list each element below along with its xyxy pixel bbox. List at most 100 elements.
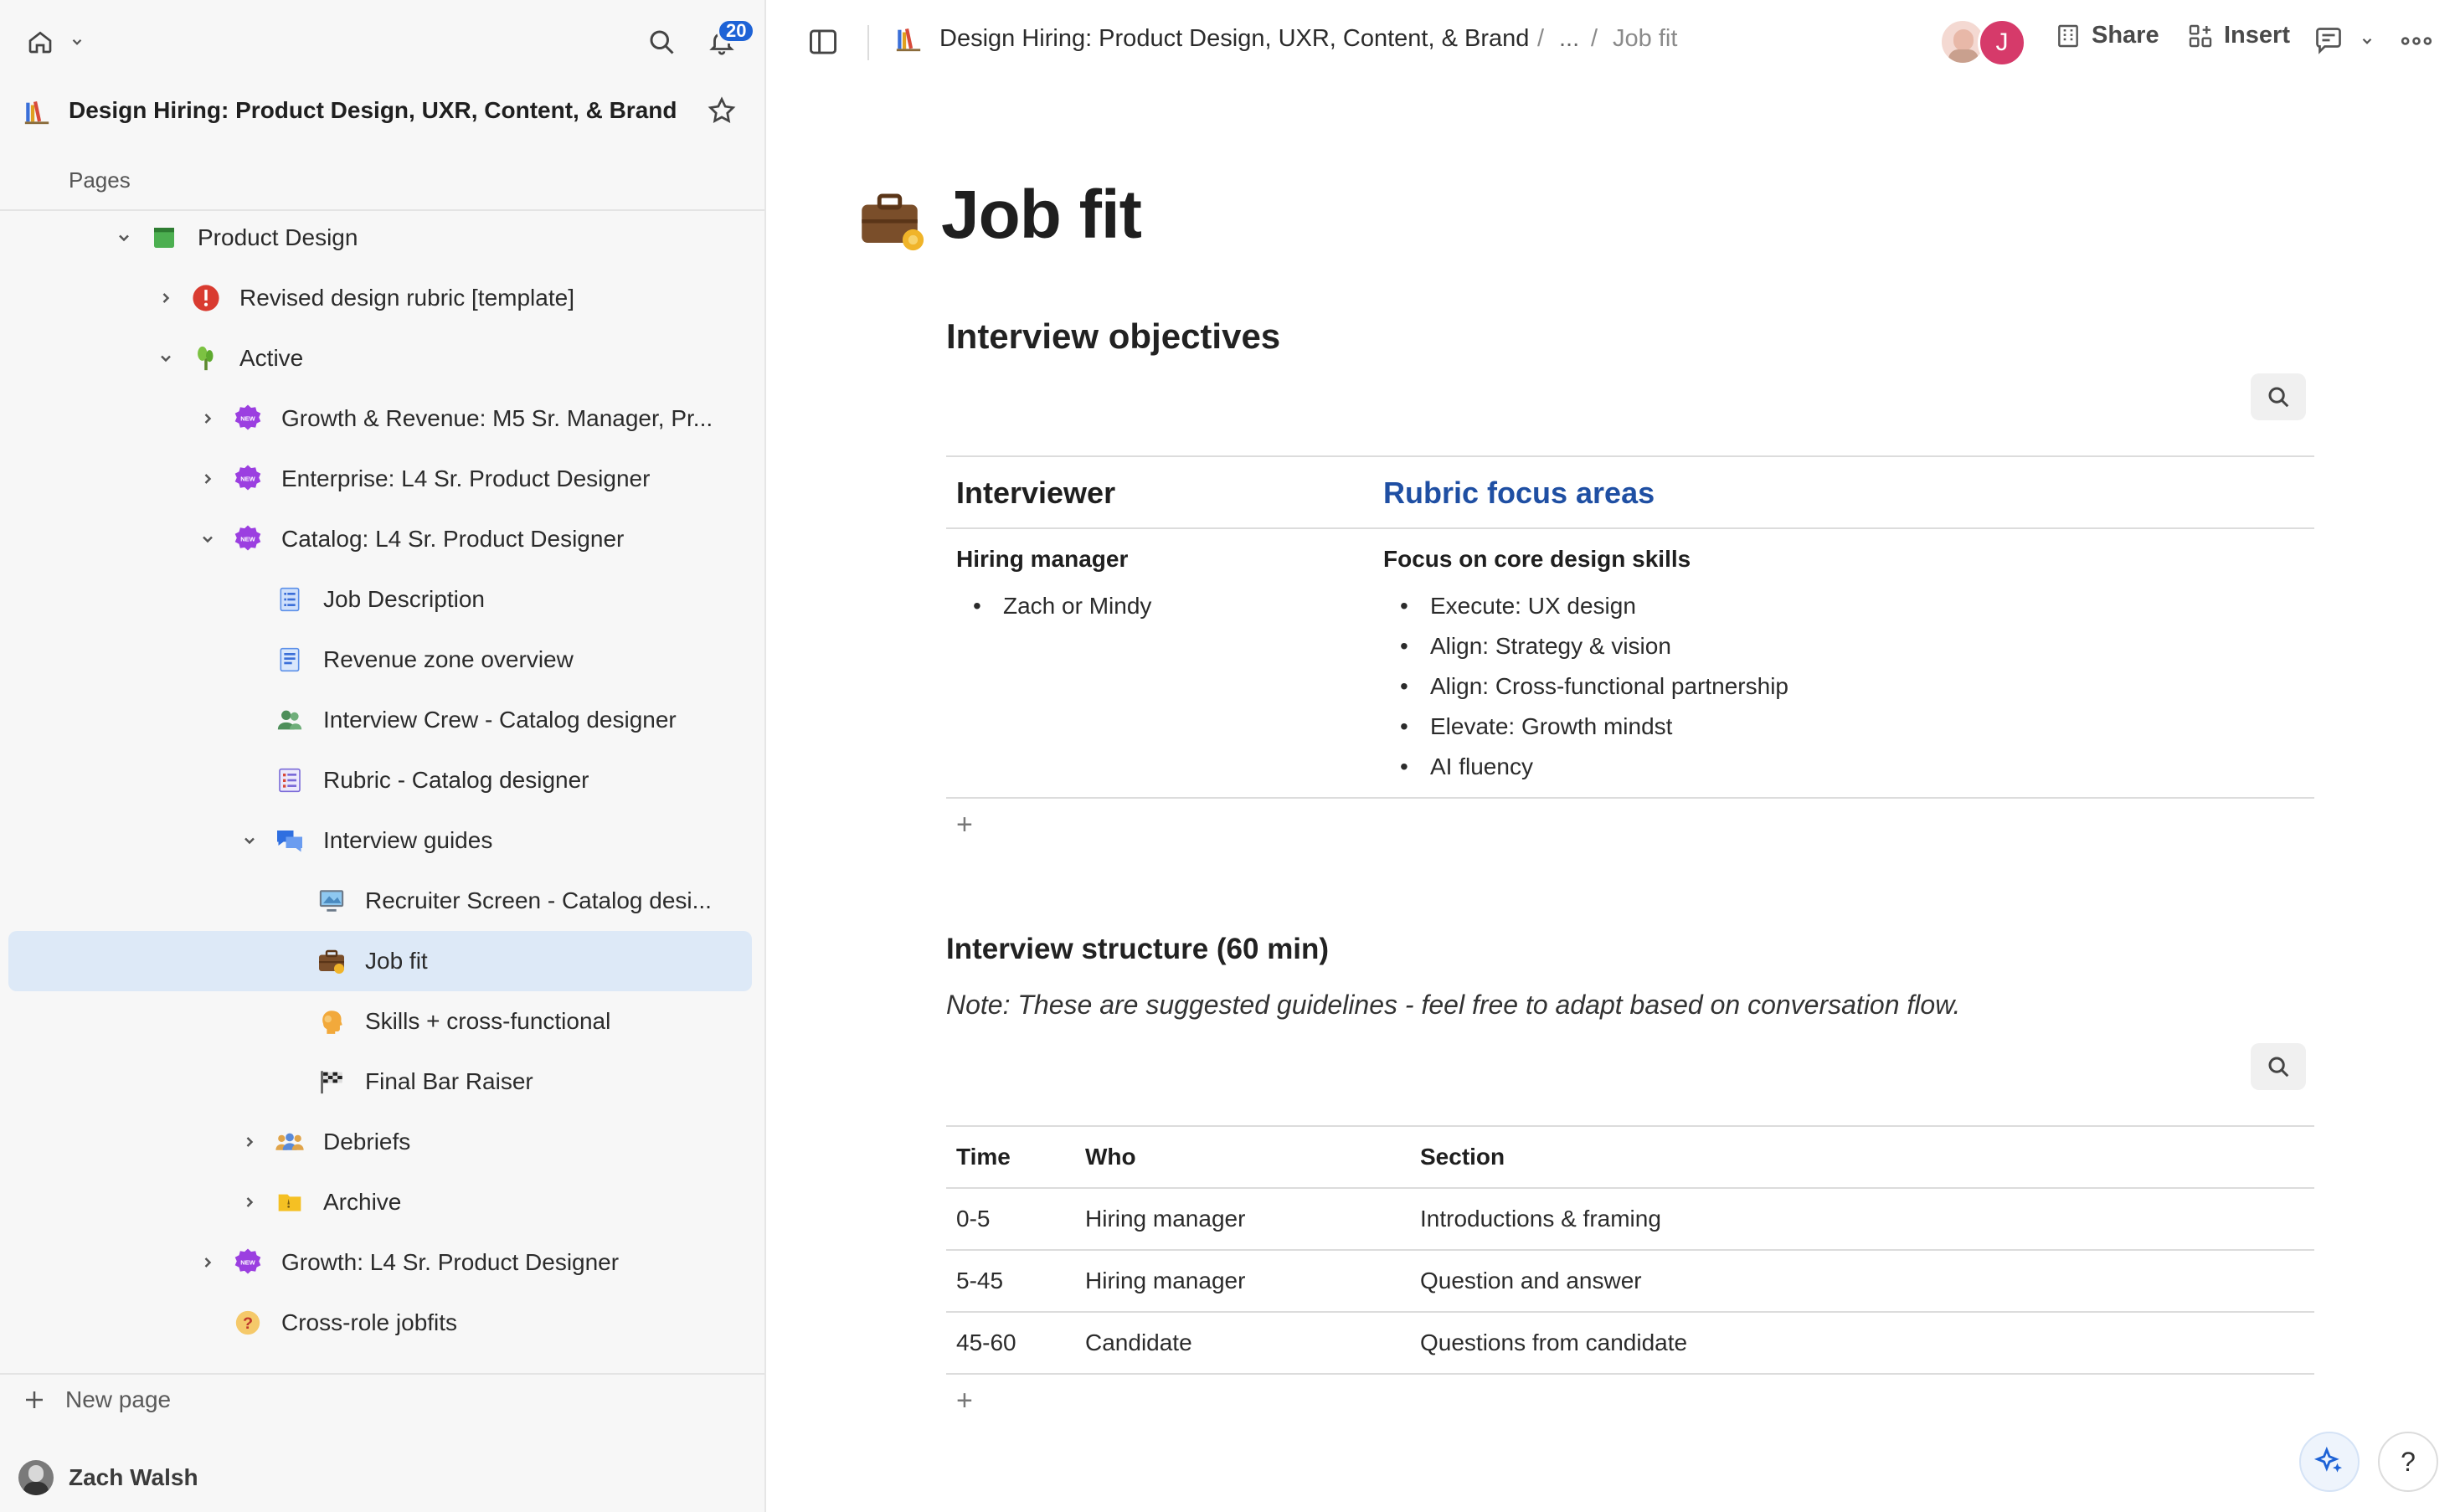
svg-text:?: ? (243, 1314, 253, 1333)
tree-item-label: Recruiter Screen - Catalog desi... (365, 887, 712, 913)
tree-item-catalog[interactable]: NEW Catalog: L4 Sr. Product Designer (0, 509, 764, 569)
list-item[interactable]: AI fluency (1400, 753, 1533, 780)
breadcrumb-current[interactable]: Job fit (1613, 25, 1677, 53)
cell-title[interactable]: Hiring manager (956, 546, 1128, 573)
tree-item-label: Job fit (365, 948, 428, 974)
table-cell[interactable]: 0-5 (956, 1206, 990, 1232)
chevron-right-icon[interactable] (198, 469, 218, 489)
table-cell[interactable]: Question and answer (1420, 1268, 1642, 1294)
list-item[interactable]: Zach or Mindy (973, 593, 1151, 620)
chevron-down-icon[interactable] (67, 32, 87, 52)
plus-icon (26, 1391, 43, 1408)
cell-title[interactable]: Focus on core design skills (1383, 546, 1691, 573)
tree-item-label: Revised design rubric [template] (239, 285, 574, 311)
table-cell[interactable]: Introductions & framing (1420, 1206, 1661, 1232)
tree-item-label: Final Bar Raiser (365, 1068, 533, 1094)
sidebar-toggle-icon[interactable] (805, 25, 841, 59)
star-icon[interactable] (705, 94, 739, 127)
search-icon[interactable] (643, 23, 680, 60)
tree-item-cross-role[interactable]: ? Cross-role jobfits (0, 1293, 764, 1353)
new-badge-icon: NEW (233, 404, 263, 434)
new-badge-icon: NEW (233, 464, 263, 494)
chevron-right-icon[interactable] (198, 409, 218, 429)
column-header[interactable]: Who (1085, 1144, 1136, 1170)
svg-text:NEW: NEW (240, 1258, 255, 1266)
chevron-right-icon[interactable] (156, 288, 176, 308)
breadcrumb-ellipsis[interactable]: ... (1559, 25, 1579, 53)
tree-item-interview-guides[interactable]: Interview guides (0, 810, 764, 871)
new-page-label: New page (65, 1386, 172, 1412)
tree-item-revised-rubric[interactable]: Revised design rubric [template] (0, 268, 764, 328)
tree-item-archive[interactable]: Archive (0, 1172, 764, 1232)
doc-title[interactable]: Design Hiring: Product Design, UXR, Cont… (69, 97, 677, 124)
chevron-down-icon[interactable] (2360, 33, 2375, 53)
home-icon[interactable] (23, 25, 57, 59)
add-row-button[interactable]: + (956, 1385, 973, 1417)
column-header[interactable]: Section (1420, 1144, 1505, 1170)
chevron-down-icon[interactable] (239, 831, 260, 851)
chevron-right-icon[interactable] (198, 1252, 218, 1273)
table-cell[interactable]: 45-60 (956, 1329, 1016, 1356)
chevron-down-icon[interactable] (156, 348, 176, 368)
tree-item-final-bar-raiser[interactable]: Final Bar Raiser (0, 1052, 764, 1112)
table-cell[interactable]: Candidate (1085, 1329, 1192, 1356)
list-item[interactable]: Align: Cross-functional partnership (1400, 673, 1788, 700)
tree-item-growth-l4[interactable]: NEW Growth: L4 Sr. Product Designer (0, 1232, 764, 1293)
people-icon (275, 705, 305, 735)
chevron-down-icon[interactable] (198, 529, 218, 549)
table-cell[interactable]: Questions from candidate (1420, 1329, 1687, 1356)
objectives-heading[interactable]: Interview objectives (946, 316, 1280, 357)
tree-item-product-design[interactable]: Product Design (0, 208, 764, 268)
avatar[interactable]: J (1978, 18, 2026, 67)
column-header[interactable]: Interviewer (956, 476, 1115, 511)
new-page-button[interactable]: New page (22, 1386, 171, 1413)
note-text[interactable]: Note: These are suggested guidelines - f… (946, 990, 1960, 1021)
chevron-right-icon[interactable] (239, 1132, 260, 1152)
breadcrumb-doc[interactable]: Design Hiring: Product Design, UXR, Cont… (939, 25, 1529, 53)
insert-label: Insert (2224, 22, 2290, 49)
tree-item-label: Product Design (198, 224, 358, 250)
tree-item-interview-crew[interactable]: Interview Crew - Catalog designer (0, 690, 764, 750)
structure-heading[interactable]: Interview structure (60 min) (946, 933, 1329, 966)
table-search-button[interactable] (2251, 1043, 2306, 1090)
list-item[interactable]: Elevate: Growth mindst (1400, 713, 1673, 740)
tree-item-job-description[interactable]: Job Description (0, 569, 764, 630)
chevron-down-icon[interactable] (114, 228, 134, 248)
column-header[interactable]: Time (956, 1144, 1011, 1170)
tree-item-rubric[interactable]: Rubric - Catalog designer (0, 750, 764, 810)
share-button[interactable]: Share (2055, 22, 2159, 49)
comment-icon[interactable] (2313, 25, 2344, 59)
search-icon (2268, 387, 2289, 408)
table-cell[interactable]: Hiring manager (1085, 1206, 1245, 1232)
help-button[interactable]: ? (2378, 1432, 2438, 1492)
tree-item-enterprise[interactable]: NEW Enterprise: L4 Sr. Product Designer (0, 449, 764, 509)
tree-item-recruiter-screen[interactable]: Recruiter Screen - Catalog desi... (0, 871, 764, 931)
table-search-button[interactable] (2251, 373, 2306, 420)
insert-button[interactable]: Insert (2187, 22, 2290, 49)
ai-assistant-button[interactable] (2299, 1432, 2360, 1492)
list-item[interactable]: Align: Strategy & vision (1400, 633, 1671, 660)
tree-item-skills[interactable]: Skills + cross-functional (0, 991, 764, 1052)
svg-text:NEW: NEW (240, 535, 255, 543)
tree-item-active[interactable]: Active (0, 328, 764, 388)
tree-item-label: Growth: L4 Sr. Product Designer (281, 1249, 620, 1275)
user-profile[interactable]: Zach Walsh (18, 1460, 198, 1495)
column-header-link[interactable]: Rubric focus areas (1383, 476, 1655, 511)
doc-icon (275, 645, 305, 675)
table-cell[interactable]: Hiring manager (1085, 1268, 1245, 1294)
page-title[interactable]: Job fit (941, 176, 1142, 255)
chevron-right-icon[interactable] (239, 1192, 260, 1212)
more-icon[interactable] (2400, 30, 2433, 56)
tree-item-revenue-zone[interactable]: Revenue zone overview (0, 630, 764, 690)
tree-item-job-fit[interactable]: Job fit (8, 931, 752, 991)
library-books-icon (894, 25, 923, 58)
table-cell[interactable]: 5-45 (956, 1268, 1003, 1294)
list-item[interactable]: Execute: UX design (1400, 593, 1636, 620)
tree-item-growth-revenue[interactable]: NEW Growth & Revenue: M5 Sr. Manager, Pr… (0, 388, 764, 449)
list-doc-icon (275, 584, 305, 615)
tree-item-debriefs[interactable]: Debriefs (0, 1112, 764, 1172)
add-row-button[interactable]: + (956, 809, 973, 841)
divider (946, 1311, 2314, 1313)
new-badge-icon: NEW (233, 524, 263, 554)
tree-item-label: Rubric - Catalog designer (323, 767, 589, 793)
